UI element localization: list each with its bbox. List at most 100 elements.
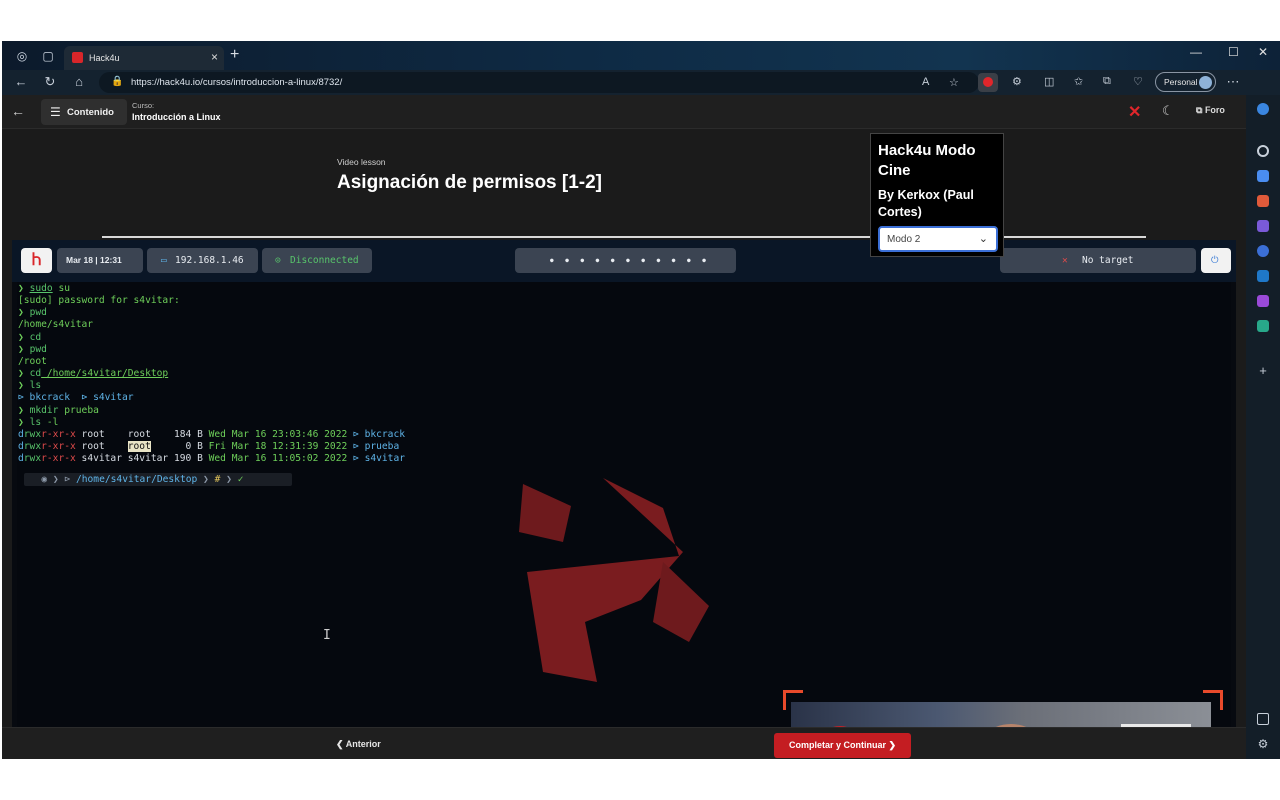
performance-icon[interactable]: ♡	[1133, 75, 1143, 88]
prompt-chevron: ❯	[18, 368, 30, 380]
ls-group: root	[127, 428, 151, 440]
webcam-frame	[791, 702, 1211, 727]
address-bar[interactable]: 🔒 https://hack4u.io/cursos/introduccion-…	[99, 72, 979, 93]
close-window-button[interactable]: ✕	[1258, 45, 1268, 59]
terminal-line: [sudo] password for s4vitar:	[18, 295, 180, 307]
video-player[interactable]: Ⴙ Mar 18 | 12:31 ▭ 192.168.1.46 ⊙ Disconne…	[12, 240, 1236, 727]
tools-icon[interactable]	[1257, 195, 1269, 207]
add-sidebar-app-icon[interactable]: +	[1257, 364, 1269, 377]
anterior-label: Anterior	[345, 739, 381, 749]
ls-perm-group: r-x	[41, 453, 59, 465]
search-icon[interactable]	[1257, 145, 1269, 157]
prompt-chevron: ❯	[18, 416, 30, 428]
ls-row: drwxr-xr-x s4vitar s4vitar 190 B Wed Mar…	[18, 453, 405, 465]
terminal-output: ⊳ bkcrack ⊳ s4vitar	[18, 392, 134, 404]
favorites-icon[interactable]: ✩	[1074, 75, 1083, 88]
popup-author: By Kerkox (Paul Cortes)	[878, 188, 974, 219]
minimize-button[interactable]: —	[1190, 45, 1202, 59]
workspaces-icon[interactable]: ◎	[14, 48, 30, 64]
split-screen-icon[interactable]: ◫	[1044, 75, 1054, 88]
target-pill: ✕ No target	[1000, 248, 1196, 273]
terminal-line: ❯ ls -l	[18, 417, 58, 429]
ls-perm-group: r-x	[41, 428, 59, 440]
modo-cine-extension-icon[interactable]	[978, 73, 998, 92]
terminal-command: cd	[29, 331, 42, 343]
terminal-args: prueba	[58, 404, 99, 416]
new-tab-button[interactable]: +	[230, 46, 239, 64]
text-cursor-icon: I	[323, 628, 331, 643]
dark-mode-icon[interactable]: ☾	[1162, 103, 1174, 119]
ls-perm-user: rwx	[23, 440, 42, 452]
completar-label: Completar y Continuar	[788, 740, 886, 750]
designer-icon[interactable]	[1257, 295, 1269, 307]
collections-icon[interactable]: ⧉	[1103, 75, 1111, 88]
ls-date: Fri Mar 18 12:31:39 2022	[208, 440, 348, 452]
contenido-label: Contenido	[67, 107, 114, 118]
lock-icon: 🔒	[111, 76, 124, 87]
terminal-args: -l	[41, 416, 59, 428]
workspace-dots: ● ● ● ● ● ● ● ● ● ● ●	[550, 257, 710, 264]
terminal-command: ls	[29, 380, 42, 392]
ip-text: 192.168.1.46	[175, 255, 244, 266]
more-menu-icon[interactable]: ⋯	[1224, 74, 1242, 90]
games-icon[interactable]	[1257, 220, 1269, 232]
maximize-button[interactable]: ☐	[1228, 45, 1239, 59]
terminal-status-bar: Ⴙ Mar 18 | 12:31 ▭ 192.168.1.46 ⊙ Disconne…	[12, 240, 1236, 282]
terminal-command: ls	[29, 416, 42, 428]
tab-actions-icon[interactable]: ▢	[40, 48, 56, 64]
hack4u-favicon-icon	[72, 52, 83, 63]
outlook-icon[interactable]	[1257, 270, 1269, 282]
datetime-pill: Mar 18 | 12:31	[57, 248, 143, 273]
foro-link[interactable]: ⧉ Foro	[1196, 105, 1225, 116]
completar-continuar-button[interactable]: Completar y Continuar ❯	[774, 733, 911, 758]
terminal-line: ❯ sudo su	[18, 283, 70, 295]
ls-row: drwxr-xr-x root root 184 B Wed Mar 16 23…	[18, 429, 405, 441]
ls-date: Wed Mar 16 11:05:02 2022	[208, 453, 348, 465]
home-icon[interactable]: ⌂	[70, 74, 88, 89]
target-x-icon: ✕	[1062, 255, 1068, 266]
prompt-path: /home/s4vitar/Desktop	[75, 474, 198, 485]
prompt-chevron: ❯	[18, 331, 30, 343]
back-arrow-icon[interactable]: ←	[11, 103, 25, 119]
ls-pad	[151, 441, 168, 452]
terminal-line: ⊳ bkcrack ⊳ s4vitar	[18, 392, 134, 404]
terminal-output: [sudo] password for s4vitar:	[18, 295, 180, 307]
read-aloud-icon[interactable]: A	[922, 76, 929, 88]
microsoft365-icon[interactable]	[1257, 245, 1269, 257]
terminal-line: ❯ cd /home/s4vitar/Desktop	[18, 368, 168, 380]
mode-select[interactable]: Modo 2 ⌄	[878, 226, 998, 252]
refresh-icon[interactable]: ↻	[41, 74, 59, 90]
drop-icon[interactable]	[1257, 320, 1269, 332]
vpn-pill: ⊙ Disconnected	[262, 248, 372, 273]
terminal-command: mkdir	[29, 404, 59, 416]
back-icon[interactable]: ←	[12, 74, 30, 89]
modo-cine-popup: Hack4u Modo Cine By Kerkox (Paul Cortes)…	[870, 133, 1004, 257]
copilot-icon[interactable]	[1257, 103, 1269, 115]
close-icon[interactable]: ✕	[1128, 102, 1141, 122]
chevron-right-icon: ❯	[885, 740, 897, 750]
ls-perm-user: rwx	[23, 428, 42, 440]
sidebar-settings-icon[interactable]: ⚙	[1257, 738, 1269, 750]
shell-prompt: ◉ ❯ ⊳ /home/s4vitar/Desktop ❯ # ❯ ✓	[24, 473, 292, 486]
ls-row: drwxr-xr-x root root 0 B Fri Mar 18 12:3…	[18, 440, 399, 453]
vpn-status-text: Disconnected	[290, 255, 359, 266]
extensions-icon[interactable]: ⚙	[1012, 75, 1022, 88]
popup-title: Hack4u Modo Cine	[878, 142, 976, 179]
favorite-star-icon[interactable]: ☆	[949, 76, 959, 89]
contenido-button[interactable]: ☰ Contenido	[41, 99, 127, 125]
tab-hack4u[interactable]: Hack4u ×	[64, 46, 224, 70]
prompt-sep: ❯	[197, 474, 215, 485]
ls-date: Wed Mar 16 23:03:46 2022	[208, 428, 348, 440]
ls-size: 184 B	[168, 428, 209, 440]
shopping-tag-icon[interactable]	[1257, 170, 1269, 182]
anterior-button[interactable]: ❮ Anterior	[336, 739, 381, 750]
workspaces-pill: ● ● ● ● ● ● ● ● ● ● ●	[515, 248, 736, 273]
power-pill: ⏻	[1201, 248, 1231, 273]
url-text[interactable]: https://hack4u.io/cursos/introduccion-a-…	[131, 77, 342, 88]
profile-button[interactable]: Personal	[1155, 72, 1216, 92]
browser-window: ◎ ▢ Hack4u × + — ☐ ✕ ← ↻ ⌂ 🔒 https://hac…	[2, 41, 1280, 759]
tab-close-icon[interactable]: ×	[211, 50, 218, 64]
hack4u-logo-icon: Ⴙ	[21, 248, 52, 273]
hide-sidebar-icon[interactable]	[1257, 713, 1269, 725]
terminal-line: ❯ pwd	[18, 307, 47, 319]
